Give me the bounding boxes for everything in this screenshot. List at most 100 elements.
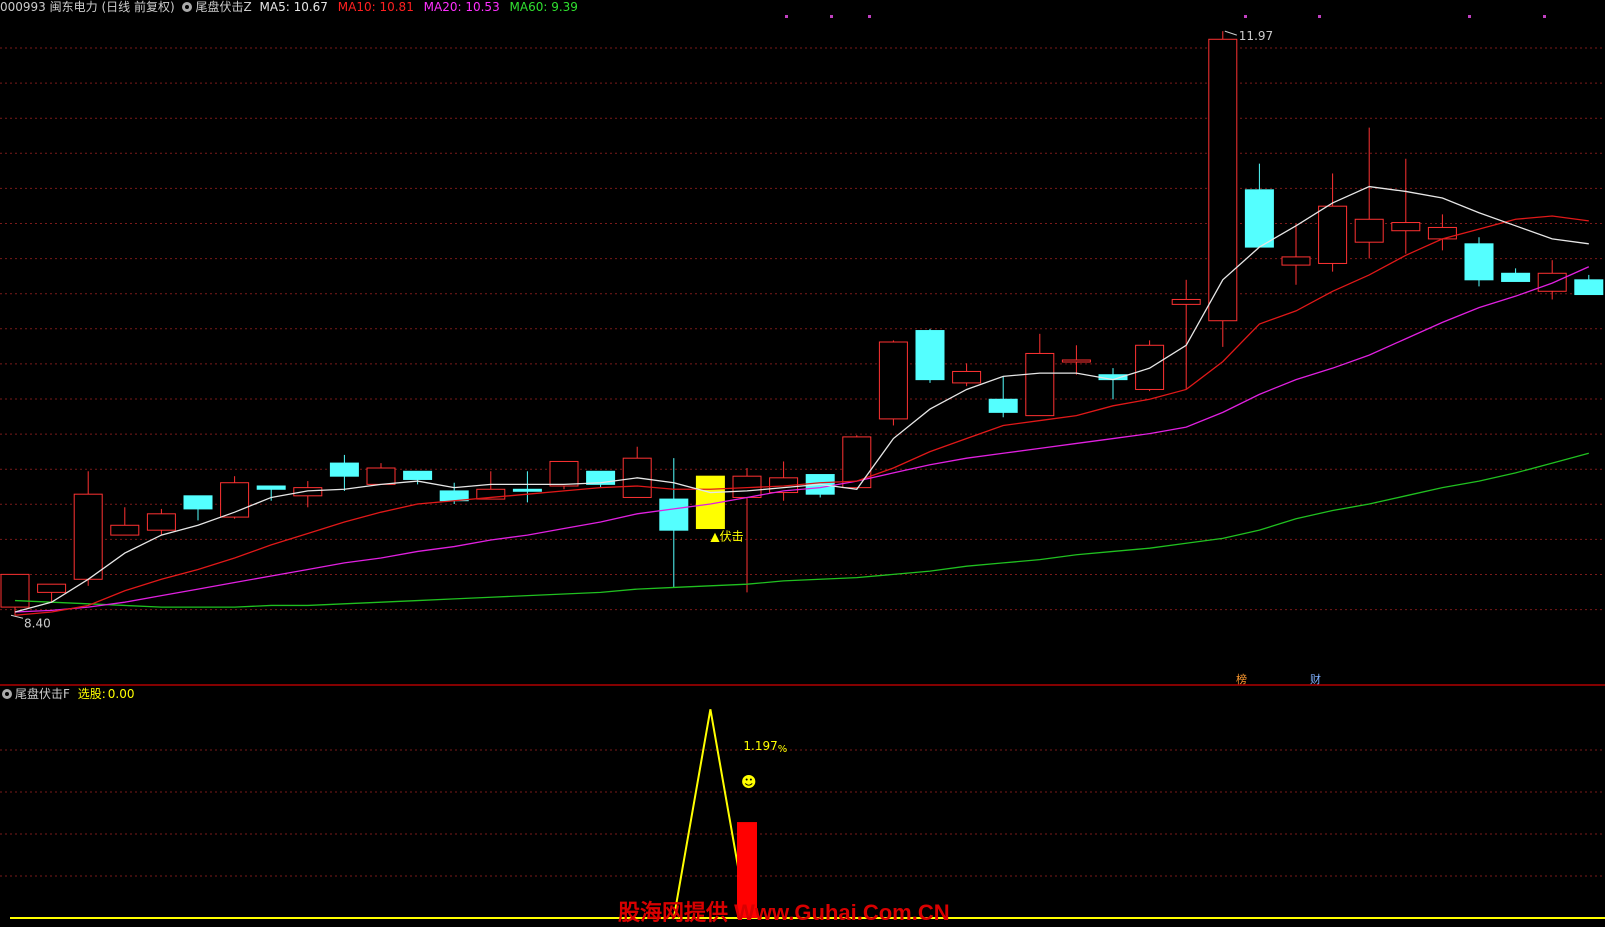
candle-body [1318, 205, 1348, 264]
candle-body [878, 341, 908, 420]
candle-body [1025, 352, 1055, 417]
candle [1171, 279, 1201, 390]
candle-body [1501, 272, 1531, 282]
sub-indicator-name[interactable]: 尾盘伏击F [15, 687, 70, 701]
candle-body [146, 513, 176, 531]
candle [1281, 224, 1311, 285]
candles [0, 31, 1604, 616]
candle-body [366, 467, 396, 485]
main-chart-header: 000993 闽东电力 (日线 前复权) 尾盘伏击Z MA5: 10.67 MA… [0, 0, 578, 14]
candle-body [1281, 256, 1311, 266]
candle-body [1171, 298, 1201, 305]
sub-indicator-label: 选股: [77, 687, 106, 701]
indicator-settings-icon[interactable] [182, 2, 193, 12]
candle [549, 460, 579, 490]
candle-body [952, 370, 982, 384]
high-price-label: 11.97 [1239, 29, 1273, 43]
candle-body [183, 495, 213, 510]
candle [915, 328, 945, 383]
cai-marker: 财 [1310, 672, 1321, 686]
candle [988, 376, 1018, 418]
ma60-value: MA60: 9.39 [509, 0, 578, 14]
smile-icon: ☻ [741, 773, 757, 791]
candle [1427, 214, 1457, 251]
ma60-line [14, 452, 1589, 608]
candle-body [1244, 189, 1274, 248]
sub-chart-header: 尾盘伏击F 选股: 0.00 [0, 687, 135, 701]
candle-body [73, 493, 103, 580]
candle [1537, 260, 1567, 300]
candle-body [403, 470, 433, 480]
candle [329, 454, 359, 491]
candle [952, 363, 982, 387]
candle [183, 495, 213, 521]
period-label[interactable]: (日线 前复权) [101, 0, 174, 14]
bang-marker: 榜 [1236, 672, 1247, 686]
candle-body [110, 524, 140, 536]
candle [1574, 274, 1604, 296]
sub-signal-line [672, 709, 748, 919]
signal-label: ▲伏击 [710, 530, 743, 544]
candle-body [512, 488, 542, 492]
top-marker [830, 15, 833, 18]
candle-body [915, 330, 945, 381]
ma20-line [14, 266, 1590, 613]
candle-body [1354, 218, 1384, 243]
candle-body [1061, 359, 1091, 363]
candle [73, 471, 103, 586]
sub-grid [0, 749, 1605, 877]
top-marker [1318, 15, 1321, 18]
candle [1208, 31, 1238, 347]
candle-body [329, 462, 359, 477]
candle-body [293, 487, 323, 497]
candle [1318, 173, 1348, 272]
candle [37, 583, 67, 603]
candle [293, 481, 323, 508]
candle-body [1464, 243, 1494, 281]
candle-body [659, 498, 689, 531]
ma10-line [14, 215, 1589, 616]
candle [1391, 158, 1421, 254]
candle-body [842, 436, 872, 489]
candle [1098, 368, 1128, 400]
ma5-value: MA5: 10.67 [259, 0, 328, 14]
stock-chart[interactable]: 11.97 8.40 ▲伏击榜 财 1.197% ☻ [0, 0, 1605, 927]
top-marker [785, 15, 788, 18]
high-pointer [1224, 30, 1237, 36]
candle [1025, 333, 1055, 417]
watermark: 股海网提供 Www.Guhai.Com.CN [618, 900, 950, 925]
candle [1135, 340, 1165, 392]
candle [1501, 268, 1531, 282]
candle [1061, 345, 1091, 375]
candle-body [1427, 226, 1457, 240]
candle-body [37, 583, 67, 593]
candle-body [988, 398, 1018, 413]
percent-sign: % [778, 744, 788, 755]
candle [146, 508, 176, 536]
candle [1244, 163, 1274, 248]
stock-title[interactable]: 000993 闽东电力 [0, 0, 98, 14]
ma10-value: MA10: 10.81 [337, 0, 414, 14]
top-marker [1244, 15, 1247, 18]
top-marker [868, 15, 871, 18]
candle [769, 461, 799, 501]
candle [110, 507, 140, 536]
candle-body [1537, 272, 1567, 292]
candle [256, 485, 286, 501]
candle-body [1208, 38, 1238, 322]
candle [622, 446, 652, 498]
low-price-label: 8.40 [24, 616, 51, 630]
sub-indicator-value: 0.00 [107, 687, 135, 701]
sub-indicator-settings-icon[interactable] [2, 689, 12, 699]
candle-body [256, 485, 286, 490]
ma20-value: MA20: 10.53 [423, 0, 500, 14]
candle [586, 470, 616, 488]
candle [878, 340, 908, 426]
percent-value: 1.197 [743, 739, 777, 753]
main-grid [0, 47, 1605, 611]
candle-body [549, 460, 579, 487]
top-marker [1543, 15, 1546, 18]
candle [1464, 237, 1494, 287]
indicator-name[interactable]: 尾盘伏击Z [195, 0, 251, 14]
candle-body [1391, 222, 1421, 232]
